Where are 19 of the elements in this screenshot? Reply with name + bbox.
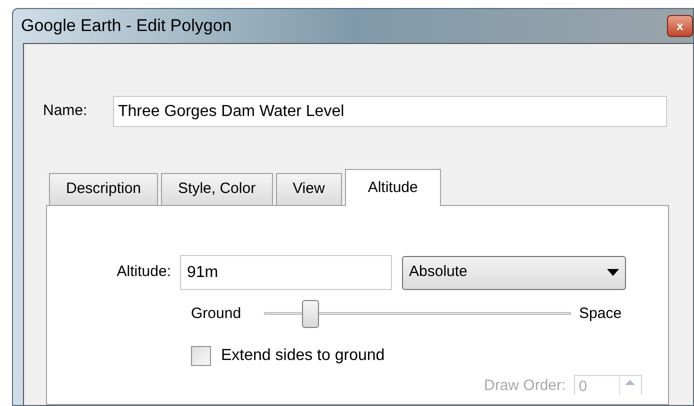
- extend-sides-label: Extend sides to ground: [221, 346, 385, 366]
- tab[interactable]: Altitude: [344, 169, 441, 206]
- altitude-field[interactable]: 91m: [180, 255, 392, 290]
- tab[interactable]: View: [276, 173, 342, 205]
- tab[interactable]: Description: [49, 173, 158, 205]
- up-arrow-icon: [625, 380, 636, 385]
- dropdown-arrow-icon: [607, 269, 619, 276]
- altitude-label: Altitude:: [116, 262, 172, 282]
- ground-label: Ground: [191, 304, 242, 324]
- name-field[interactable]: Three Gorges Dam Water Level: [113, 96, 667, 127]
- window-title: Google Earth - Edit Polygon: [21, 15, 232, 38]
- slider-thumb[interactable]: [302, 300, 319, 328]
- checkbox[interactable]: [191, 346, 211, 366]
- draw-order-label: Draw Order:: [484, 376, 566, 395]
- altitude-slider[interactable]: [264, 300, 571, 328]
- space-label: Space: [579, 304, 622, 324]
- name-label: Name:: [43, 101, 88, 122]
- altitude-mode-dropdown[interactable]: Absolute: [402, 256, 626, 290]
- tab[interactable]: Style, Color: [161, 173, 273, 205]
